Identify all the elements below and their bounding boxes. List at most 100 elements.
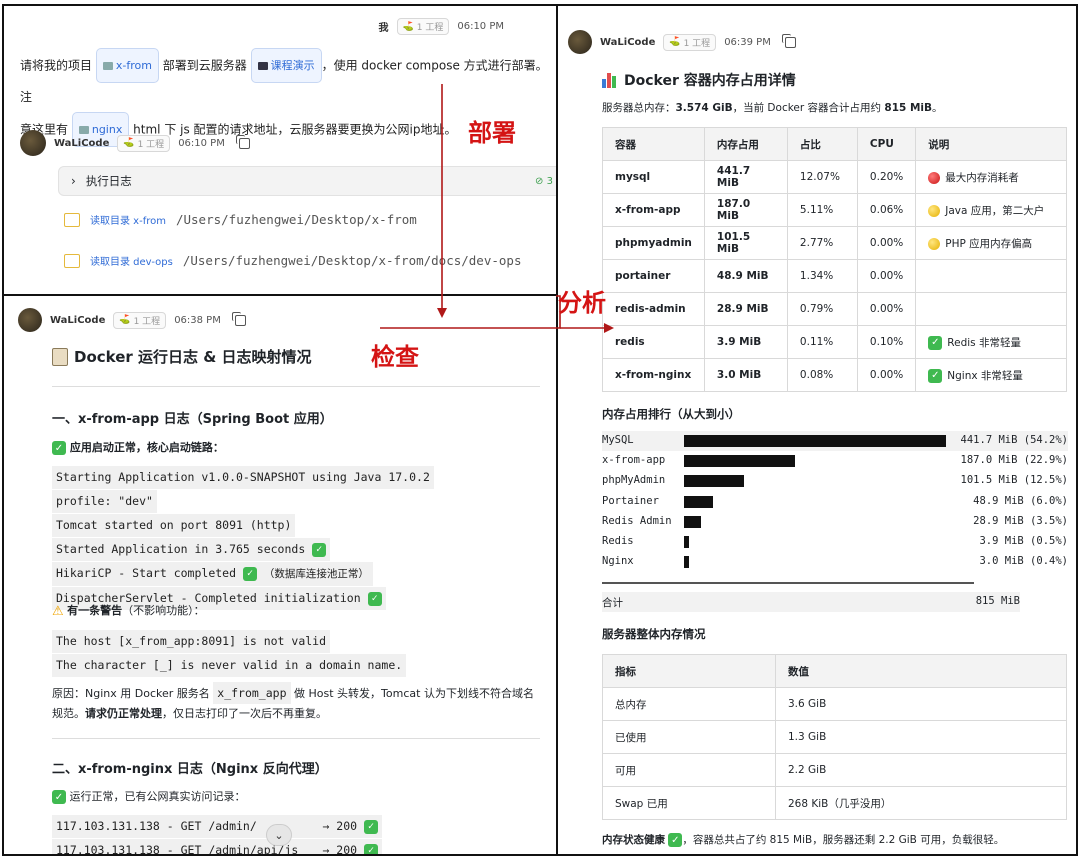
docker-log-panel: WaLiCode ⛳ 1 工程 06:38 PM Docker 运行日志 & 日志…: [2, 294, 558, 856]
chart-bar: [684, 455, 795, 468]
table-row: 总内存 3.6 GiB: [602, 687, 1067, 721]
deploy-annotation: 部署: [468, 119, 516, 147]
table-row: 已使用 1.3 GiB: [602, 720, 1067, 754]
project-tag-icon: ⛳: [123, 138, 135, 148]
project-tag[interactable]: ⛳ 1 工程: [113, 311, 167, 329]
chart-value-label: 3.0 MiB (0.4%): [979, 555, 1068, 568]
divider: [52, 738, 540, 739]
section-heading: 一、x-from-app 日志（Spring Boot 应用）: [52, 412, 333, 427]
chart-row: x-from-app 187.0 MiB (22.9%): [602, 451, 1068, 471]
health-summary: 内存状态健康 ✓ ，容器总共占了约 815 MiB，服务器还剩 2.2 GiB 可…: [602, 833, 1005, 847]
chart-category-label: Redis Admin: [602, 514, 672, 527]
chevron-down-icon: ⌄: [274, 828, 284, 842]
analyze-annotation: 分析: [558, 289, 606, 317]
nginx-log-block: 117.103.131.138 - GET /admin/→ 200 ✓ 117…: [52, 814, 382, 854]
chart-total-row: 合计 815 MiB: [602, 592, 1020, 612]
status-line: ✓ 运行正常，已有公网真实访问记录：: [52, 788, 246, 804]
server-memory-table: 指标 数值 总内存 3.6 GiB 已使用 1.3 GiB 可用 2.2 GiB Swap …: [602, 654, 1067, 820]
copy-icon[interactable]: [235, 134, 250, 149]
cell-value: 2.2 GiB: [775, 753, 1067, 787]
chart-value-label: 3.9 MiB (0.5%): [979, 535, 1068, 547]
check-icon: ✓: [668, 833, 683, 847]
bot-avatar: [20, 130, 46, 156]
log-status: ⊘ 3: [535, 175, 553, 187]
scroll-down-button[interactable]: ⌄: [266, 824, 292, 846]
cell-metric: 已使用: [602, 720, 776, 754]
warning-icon: ⚠: [52, 603, 64, 619]
table-row: Swap 已用 268 KiB（几乎没用）: [602, 786, 1067, 820]
chart-row: Nginx 3.0 MiB (0.4%): [602, 552, 1068, 572]
chevron-right-icon: ›: [71, 174, 76, 188]
cell-value: 3.6 GiB: [775, 687, 1067, 721]
check-icon: ✓: [364, 843, 378, 854]
chart-row: MySQL 441.7 MiB (54.2%): [602, 431, 1068, 451]
execution-log-toggle[interactable]: › 执行日志 ⊘ 3: [58, 166, 556, 196]
bot-avatar: [18, 308, 42, 332]
message-time: 06:10 PM: [178, 137, 225, 149]
divider: [52, 386, 540, 387]
chip-x-from[interactable]: x-from: [95, 48, 159, 83]
check-icon: ✓: [312, 542, 327, 557]
bot-name: WaLiCode: [50, 314, 106, 326]
memory-analysis-panel: WaLiCode ⛳ 1 工程 06:39 PM Docker 容器内存占用详情 …: [556, 4, 1078, 856]
chart-bar: [684, 515, 702, 528]
deploy-request-panel: 我 ⛳ 1 工程 06:10 PM 请将我的项目 x-from 部署到云服务器 课…: [2, 4, 558, 296]
chart-bar: [684, 495, 713, 508]
cell-metric: Swap 已用: [602, 786, 776, 820]
warning-line: ⚠ 有一条警告（不影响功能）：: [52, 603, 205, 619]
check-icon: ✓: [52, 790, 66, 804]
table-row: 可用 2.2 GiB: [602, 753, 1067, 787]
chart-category-label: Portainer: [602, 494, 659, 507]
check-circle-icon: ⊘: [535, 175, 544, 187]
cell-value: 268 KiB（几乎没用）: [775, 786, 1067, 820]
chart-category-label: phpMyAdmin: [602, 474, 666, 487]
cell-metric: 可用: [602, 753, 776, 787]
project-tag-icon: ⛳: [402, 21, 414, 32]
chart-category-label: MySQL: [602, 434, 634, 446]
check-icon: ✓: [52, 441, 66, 455]
chart-row: phpMyAdmin 101.5 MiB (12.5%): [602, 471, 1068, 491]
memory-rank-chart: MySQL 441.7 MiB (54.2%) x-from-app 187.0 Mi…: [558, 6, 1076, 626]
check-icon: ✓: [367, 591, 382, 606]
read-dir-item[interactable]: 读取目录 x-from /Users/fuzhengwei/Desktop/x-…: [64, 212, 417, 227]
col-value: 数值: [775, 654, 1067, 688]
check-annotation: 检查: [371, 343, 419, 371]
message-time: 06:10 PM: [457, 21, 504, 32]
chart-value-label: 48.9 MiB (6.0%): [973, 494, 1068, 507]
user-name: 我: [378, 23, 389, 34]
clipboard-icon: [52, 347, 68, 366]
check-icon: ✓: [242, 566, 257, 581]
chart-value-label: 441.7 MiB (54.2%): [960, 434, 1068, 446]
chart-value-label: 101.5 MiB (12.5%): [960, 474, 1068, 487]
chart-bar: [684, 556, 689, 569]
folder-icon: [64, 253, 80, 268]
server-memory-title: 服务器整体内存情况: [602, 627, 706, 641]
chart-total-divider: [602, 582, 974, 584]
chart-category-label: Redis: [602, 535, 634, 547]
chart-category-label: x-from-app: [602, 454, 666, 467]
cell-value: 1.3 GiB: [775, 720, 1067, 754]
project-tag[interactable]: ⛳ 1 工程: [117, 134, 171, 152]
project-tag[interactable]: ⛳ 1 工程: [396, 18, 450, 35]
chart-value-label: 187.0 MiB (22.9%): [960, 454, 1068, 467]
chart-row: Redis Admin 28.9 MiB (3.5%): [602, 512, 1068, 532]
startup-log-block: Starting Application v1.0.0-SNAPSHOT usi…: [52, 465, 434, 610]
log-title: Docker 运行日志 & 日志映射情况: [52, 346, 312, 367]
read-dir-item[interactable]: 读取目录 dev-ops /Users/fuzhengwei/Desktop/x…: [64, 253, 521, 268]
chart-bar: [684, 435, 946, 447]
chart-bar: [684, 475, 745, 488]
chart-bar: [684, 536, 689, 548]
monitor-icon: [257, 61, 268, 70]
folder-icon: [64, 212, 80, 227]
section-heading: 二、x-from-nginx 日志（Nginx 反向代理）: [52, 762, 328, 777]
col-metric: 指标: [602, 654, 776, 688]
message-time: 06:38 PM: [174, 314, 221, 326]
chip-course[interactable]: 课程演示: [250, 48, 322, 83]
bot-name: WaLiCode: [54, 137, 110, 149]
copy-icon[interactable]: [231, 311, 246, 326]
chart-category-label: Nginx: [602, 555, 634, 568]
warning-log-block: The host [x_from_app:8091] is not valid …: [52, 629, 407, 677]
chart-row: Redis 3.9 MiB (0.5%): [602, 532, 1068, 552]
cell-metric: 总内存: [602, 687, 776, 721]
project-tag-icon: ⛳: [119, 315, 131, 325]
